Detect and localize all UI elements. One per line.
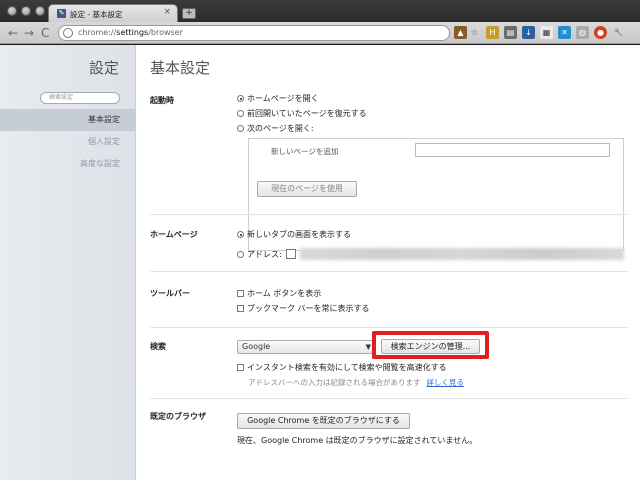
- default-browser-status: 現在、Google Chrome は既定のブラウザに設定されていません。: [237, 436, 478, 445]
- divider: [150, 214, 628, 215]
- extension-download-icon[interactable]: ↓: [522, 26, 535, 39]
- page-info-icon[interactable]: [63, 28, 73, 38]
- search-settings-input[interactable]: 検索設定: [40, 92, 120, 104]
- default-browser-label: 既定のブラウザ: [150, 412, 206, 421]
- learn-more-link[interactable]: 詳しく見る: [427, 378, 465, 387]
- startup-option-restore[interactable]: 前回開いていたページを復元する: [237, 108, 367, 119]
- option-label: 新しいタブの画面を表示する: [247, 230, 351, 239]
- toolbar-label: ツールバー: [150, 289, 190, 298]
- hint-text: アドレスバーへの入力は記録される場合があります: [248, 378, 421, 387]
- close-window-button[interactable]: [7, 6, 17, 16]
- show-home-button-checkbox[interactable]: ホーム ボタンを表示: [237, 288, 321, 299]
- divider: [150, 398, 628, 399]
- extension-save-icon[interactable]: ▤: [504, 26, 517, 39]
- sidebar-item-basics[interactable]: 基本設定: [0, 109, 136, 131]
- option-label: インスタント検索を有効にして検索や閲覧を高速化する: [247, 363, 447, 372]
- search-engine-value: Google: [242, 342, 271, 351]
- startup-option-homepage[interactable]: ホームページを開く: [237, 93, 319, 104]
- url-text: chrome://settings/browser: [78, 28, 183, 37]
- bookmark-star-icon[interactable]: ☆: [468, 26, 481, 39]
- tab-title: 設定 - 基本設定: [70, 10, 123, 19]
- homepage-label: ホームページ: [150, 230, 198, 239]
- search-label: 検索: [150, 342, 166, 351]
- homepage-address-blurred: [300, 248, 624, 260]
- radio-button[interactable]: [237, 231, 244, 238]
- browser-toolbar: ← → C chrome://settings/browser ▲ ☆ H ▤ …: [0, 22, 640, 44]
- new-tab-button[interactable]: +: [182, 8, 196, 19]
- divider: [150, 327, 628, 328]
- page-title: 基本設定: [150, 59, 211, 77]
- option-label: ブックマーク バーを常に表示する: [247, 304, 370, 313]
- checkbox[interactable]: [237, 290, 244, 297]
- divider: [150, 271, 628, 272]
- search-engine-select[interactable]: Google ▼: [237, 340, 375, 354]
- reload-button[interactable]: C: [41, 26, 49, 40]
- startup-label: 起動時: [150, 96, 174, 105]
- option-label: アドレス:: [247, 250, 282, 259]
- show-bookmarks-bar-checkbox[interactable]: ブックマーク バーを常に表示する: [237, 303, 370, 314]
- back-button[interactable]: ←: [8, 26, 18, 40]
- sidebar-title: 設定: [88, 59, 119, 77]
- title-bar: ✎ 設定 - 基本設定 × +: [0, 0, 640, 22]
- startup-option-pages[interactable]: 次のページを開く:: [237, 123, 314, 134]
- option-label: 次のページを開く:: [247, 124, 314, 133]
- homepage-option-address[interactable]: アドレス:: [237, 249, 299, 260]
- radio-button[interactable]: [237, 95, 244, 102]
- checkbox[interactable]: [237, 305, 244, 312]
- sidebar: 設定 検索設定 基本設定 個人設定 高度な設定: [0, 45, 136, 480]
- minimize-window-button[interactable]: [21, 6, 31, 16]
- radio-button[interactable]: [237, 125, 244, 132]
- tab-close-icon[interactable]: ×: [163, 7, 171, 17]
- option-label: 前回開いていたページを復元する: [247, 109, 367, 118]
- homepage-option-newtab[interactable]: 新しいタブの画面を表示する: [237, 229, 351, 240]
- add-page-label: 新しいページを追加: [271, 147, 339, 156]
- sidebar-item-personal[interactable]: 個人設定: [0, 131, 136, 153]
- forward-button[interactable]: →: [24, 26, 34, 40]
- wrench-menu-icon[interactable]: 🔧: [612, 26, 625, 39]
- instant-search-checkbox[interactable]: インスタント検索を有効にして検索や閲覧を高速化する: [237, 362, 447, 373]
- highlight-annotation: [372, 331, 489, 359]
- dropdown-arrow-icon: ▼: [365, 343, 371, 351]
- radio-button[interactable]: [237, 251, 244, 258]
- settings-page: 設定 検索設定 基本設定 個人設定 高度な設定 基本設定 起動時 ホームページを…: [0, 45, 640, 480]
- extension-pyramid-icon[interactable]: ▲: [454, 26, 467, 39]
- make-default-browser-button[interactable]: Google Chrome を既定のブラウザにする: [237, 413, 410, 429]
- radio-button[interactable]: [237, 110, 244, 117]
- zoom-window-button[interactable]: [35, 6, 45, 16]
- option-label: ホーム ボタンを表示: [247, 289, 322, 298]
- extension-grid-icon[interactable]: ▦: [540, 26, 553, 39]
- use-current-pages-button[interactable]: 現在のページを使用: [257, 181, 357, 197]
- extension-red-icon[interactable]: ●: [594, 26, 607, 39]
- extension-gray-icon[interactable]: ◍: [576, 26, 589, 39]
- settings-favicon-icon: ✎: [57, 9, 66, 18]
- add-page-input[interactable]: [415, 143, 610, 157]
- extension-honey-icon[interactable]: H: [486, 26, 499, 39]
- option-label: ホームページを開く: [247, 94, 319, 103]
- instant-hint: アドレスバーへの入力は記録される場合があります 詳しく見る: [248, 377, 464, 388]
- checkbox[interactable]: [237, 364, 244, 371]
- extension-x-icon[interactable]: ✕: [558, 26, 571, 39]
- address-bar[interactable]: chrome://settings/browser: [58, 25, 450, 41]
- page-icon: [285, 249, 296, 259]
- tab-settings[interactable]: ✎ 設定 - 基本設定 ×: [48, 4, 178, 22]
- sidebar-item-advanced[interactable]: 高度な設定: [0, 153, 136, 175]
